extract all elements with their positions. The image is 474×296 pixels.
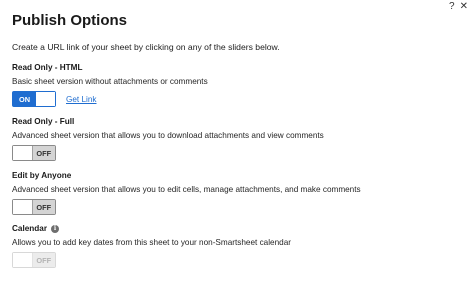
option-description: Basic sheet version without attachments … [12,77,208,86]
option-description: Advanced sheet version that allows you t… [12,185,361,194]
option-read-only-html: Read Only - HTML Basic sheet version wit… [12,63,208,107]
toggle-state-label: OFF [32,253,55,267]
calendar-toggle: OFF [12,252,56,268]
toggle-state-label: ON [13,92,36,106]
read-only-html-toggle[interactable]: ON [12,91,56,107]
option-calendar: Calendar i Allows you to add key dates f… [12,224,291,268]
option-title: Read Only - HTML [12,63,83,72]
read-only-full-toggle[interactable]: OFF [12,145,56,161]
option-description: Advanced sheet version that allows you t… [12,131,324,140]
option-description: Allows you to add key dates from this sh… [12,238,291,247]
toggle-knob [13,253,33,267]
option-edit-by-anyone: Edit by Anyone Advanced sheet version th… [12,171,361,215]
toggle-knob [13,200,33,214]
get-link[interactable]: Get Link [66,95,97,104]
edit-by-anyone-toggle[interactable]: OFF [12,199,56,215]
close-icon[interactable]: ✕ [460,2,468,12]
option-title-row: Calendar i [12,224,291,233]
toggle-knob [36,92,55,106]
intro-text: Create a URL link of your sheet by click… [12,42,280,52]
option-read-only-full: Read Only - Full Advanced sheet version … [12,117,324,161]
option-title: Calendar [12,224,48,233]
toggle-state-label: OFF [32,146,55,160]
option-title: Read Only - Full [12,117,75,126]
option-title: Edit by Anyone [12,171,72,180]
dialog-controls: ? ✕ [449,2,468,12]
help-icon[interactable]: ? [449,2,455,12]
info-icon[interactable]: i [51,224,60,233]
toggle-knob [13,146,33,160]
toggle-state-label: OFF [32,200,55,214]
dialog-title: Publish Options [12,12,127,29]
